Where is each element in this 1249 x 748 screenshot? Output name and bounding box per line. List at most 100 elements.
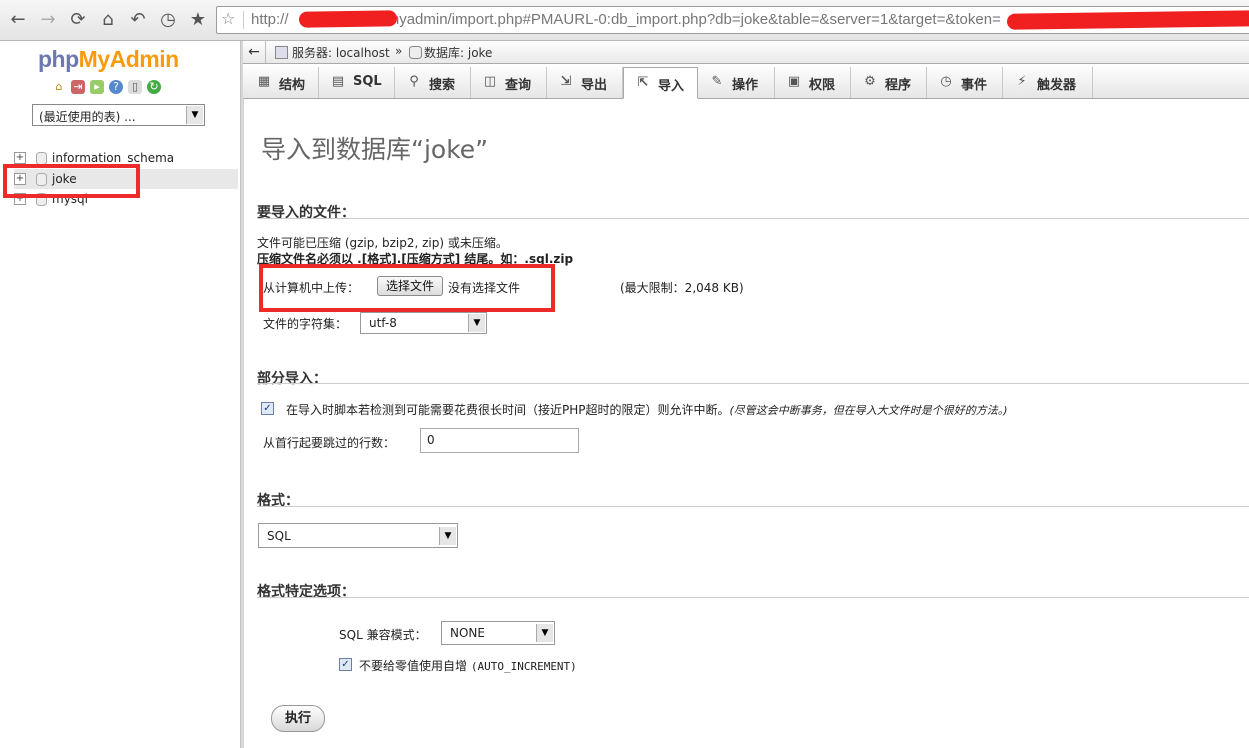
section-divider [257, 218, 1249, 219]
tab-sql[interactable]: ▤ SQL [319, 67, 395, 98]
redaction-mark [298, 10, 398, 28]
refresh-icon[interactable]: ↻ [147, 80, 161, 94]
auto-increment-text: 不要给零值使用自增 [359, 659, 468, 673]
section-divider [257, 506, 1249, 507]
allow-interrupt-checkbox[interactable]: ✓ [261, 402, 274, 415]
skip-rows-input[interactable]: 0 [420, 428, 579, 453]
chevron-down-icon: ▼ [536, 624, 553, 642]
quick-icons: ⌂ ⇥ ▸? ▯ ↻ [52, 79, 166, 94]
tab-structure[interactable]: ▦ 结构 [245, 67, 319, 98]
page-title: 导入到数据库“joke” [261, 135, 489, 164]
sql-compat-value: NONE [450, 626, 485, 640]
annotation-box-joke [3, 164, 140, 198]
options-section-heading: 格式特定选项： [257, 584, 355, 600]
auto-increment-label: 不要给零值使用自增 (AUTO_INCREMENT) [359, 657, 577, 674]
tab-import[interactable]: ⇱ 导入 [623, 67, 698, 99]
breadcrumb: ← 服务器: localhost » 数据库: joke [243, 41, 1249, 64]
tab-triggers[interactable]: ⚡ 触发器 [1003, 67, 1093, 98]
browser-toolbar: ← → ⟳ ⌂ ↶ ◷ ★ ☆ http:// /myadmin/import.p… [0, 0, 1249, 41]
db-name[interactable]: information_schema [52, 151, 174, 165]
breadcrumb-database[interactable]: 数据库: joke [424, 44, 492, 61]
reload-icon[interactable]: ⟳ [66, 8, 90, 32]
server-icon [275, 46, 288, 59]
tab-label: 权限 [809, 78, 836, 93]
annotation-box-upload [259, 264, 555, 312]
clock-icon: ◷ [940, 74, 952, 89]
import-icon: ⇱ [637, 75, 649, 90]
skip-rows-label: 从首行起要跳过的行数： [263, 436, 396, 450]
tab-label: 操作 [732, 78, 759, 93]
forward-icon[interactable]: → [36, 8, 60, 32]
tab-label: 导入 [658, 79, 685, 94]
tab-label: 触发器 [1037, 78, 1077, 93]
help-icon[interactable]: ? [109, 80, 123, 94]
tab-privileges[interactable]: ▣ 权限 [775, 67, 851, 98]
file-section-heading: 要导入的文件： [257, 205, 355, 221]
home-icon[interactable]: ⌂ [96, 8, 120, 32]
tab-routines[interactable]: ⚙ 程序 [851, 67, 927, 98]
charset-value: utf-8 [369, 316, 397, 330]
format-select[interactable]: SQL ▼ [258, 523, 458, 548]
home-icon[interactable]: ⌂ [52, 80, 66, 94]
privileges-icon: ▣ [787, 74, 801, 89]
tab-operations[interactable]: ✎ 操作 [698, 67, 775, 98]
tab-label: 导出 [581, 78, 608, 93]
back-icon[interactable]: ← [6, 8, 30, 32]
allow-interrupt-text: 在导入时脚本若检测到可能需要花费很长时间（接近PHP超时的限定）则允许中断。 [286, 403, 730, 417]
logout-icon[interactable]: ⇥ [71, 80, 85, 94]
breadcrumb-separator: » [395, 44, 403, 58]
allow-interrupt-label: 在导入时脚本若检测到可能需要花费很长时间（接近PHP超时的限定）则允许中断。(尽… [286, 401, 1008, 418]
tab-label: 事件 [961, 78, 988, 93]
recent-tables-value: (最近使用的表) ... [39, 110, 136, 124]
url-star-icon[interactable]: ☆ [221, 9, 235, 28]
tab-label: 结构 [279, 78, 306, 93]
panel-splitter[interactable] [240, 41, 244, 748]
section-divider [257, 383, 1249, 384]
charset-select[interactable]: utf-8 ▼ [360, 312, 487, 334]
tab-label: 查询 [505, 78, 532, 93]
max-upload-limit: (最大限制：2,048 KB) [620, 281, 744, 295]
no-auto-value-on-zero-checkbox[interactable]: ✓ [339, 658, 352, 671]
navigation-panel: phpMyAdmin ⌂ ⇥ ▸? ▯ ↻ (最近使用的表) ... ▼ + infor… [0, 41, 240, 748]
allow-interrupt-note: (尽管这会中断事务，但在导入大文件时是个很好的方法。) [729, 404, 1008, 417]
compression-note: 文件可能已压缩 (gzip, bzip2, zip) 或未压缩。 [257, 236, 508, 250]
collapse-panel-icon[interactable]: ← [243, 41, 266, 63]
sql-compat-label: SQL 兼容模式： [339, 628, 427, 642]
expand-icon[interactable]: + [14, 152, 26, 164]
sql-icon: ▤ [331, 74, 345, 89]
phpmyadmin-logo[interactable]: phpMyAdmin [38, 46, 179, 73]
query-icon: ◫ [483, 74, 497, 89]
partial-section-heading: 部分导入： [257, 371, 327, 387]
logo-my: My [78, 46, 110, 72]
tab-search[interactable]: ⚲ 搜索 [395, 67, 471, 98]
redaction-mark [1006, 10, 1249, 30]
tab-label: 搜索 [429, 78, 456, 93]
address-bar[interactable]: ☆ http:// /myadmin/import.php#PMAURL-0:db… [216, 6, 1249, 34]
tab-query[interactable]: ◫ 查询 [471, 67, 547, 98]
charset-label: 文件的字符集： [263, 317, 348, 331]
format-section-heading: 格式： [257, 493, 299, 509]
recent-tables-select[interactable]: (最近使用的表) ... ▼ [32, 104, 205, 126]
structure-icon: ▦ [257, 74, 271, 89]
docs-icon[interactable]: ▯ [128, 80, 142, 94]
tab-bar: ▦ 结构 ▤ SQL ⚲ 搜索 ◫ 查询 ⇲ 导出 ⇱ 导入 ✎ 操作 ▣ 权限 ⚙ 程序 ◷ 事件… [243, 64, 1249, 99]
chevron-down-icon: ▼ [468, 314, 485, 332]
section-divider [257, 597, 1249, 598]
routines-icon: ⚙ [864, 74, 876, 89]
clock-icon[interactable]: ◷ [156, 8, 180, 32]
bookmark-star-icon[interactable]: ★ [186, 8, 210, 32]
format-value: SQL [267, 529, 291, 543]
query-window-icon[interactable]: ▸ [90, 80, 104, 94]
breadcrumb-server[interactable]: 服务器: localhost [292, 44, 390, 61]
export-icon: ⇲ [560, 74, 572, 89]
history-back-icon[interactable]: ↶ [126, 8, 150, 32]
url-prefix: http:// [251, 11, 289, 28]
url-path: /myadmin/import.php#PMAURL-0:db_import.p… [382, 11, 1001, 28]
go-button[interactable]: 执行 [271, 705, 325, 732]
tab-export[interactable]: ⇲ 导出 [547, 67, 623, 98]
auto-increment-code: (AUTO_INCREMENT) [470, 660, 577, 673]
database-icon [409, 46, 422, 59]
trigger-icon: ⚡ [1017, 74, 1027, 89]
sql-compat-select[interactable]: NONE ▼ [441, 621, 555, 645]
tab-events[interactable]: ◷ 事件 [927, 67, 1003, 98]
